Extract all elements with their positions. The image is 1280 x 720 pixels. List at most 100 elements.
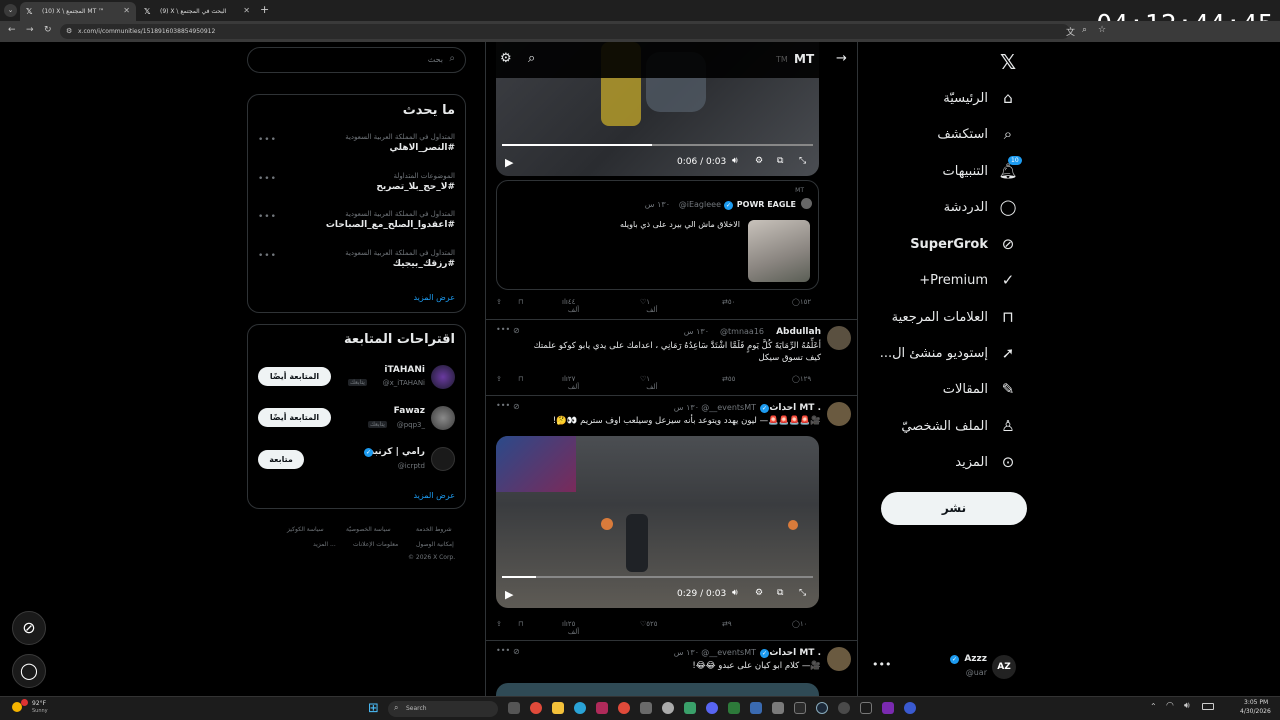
start-icon[interactable]: ⊞ bbox=[368, 701, 379, 716]
app-icon[interactable] bbox=[838, 702, 850, 714]
reposts-count[interactable]: ⇄ ٩ bbox=[722, 620, 732, 628]
share-icon[interactable]: ⇪ bbox=[496, 375, 502, 383]
fullscreen-icon[interactable]: ⤡ bbox=[799, 156, 806, 166]
volume-icon[interactable]: 🔊︎ bbox=[732, 156, 738, 166]
tray-chevron-icon[interactable]: ⌃ bbox=[1150, 702, 1157, 711]
video-settings-icon[interactable]: ⚙ bbox=[755, 156, 763, 166]
likes-count[interactable]: ♡ ١ ألف bbox=[640, 375, 658, 391]
nav-articles[interactable]: ✎ المقالات bbox=[943, 374, 1018, 404]
battery-icon[interactable] bbox=[1202, 703, 1214, 710]
trend-item[interactable]: الموضوعات المتداولة #لا_حج_بلا_تصريح bbox=[376, 172, 455, 192]
more-dots-icon[interactable]: ••• bbox=[258, 135, 277, 145]
tweet[interactable]: احداث MT . ✓ @__eventsMT ١٣٠ س ⊘ ••• 🎥— … bbox=[486, 641, 857, 696]
edge-icon[interactable] bbox=[574, 702, 586, 714]
footer-more[interactable]: المزيد ... bbox=[313, 541, 336, 548]
bookmark-icon[interactable]: ⊓ bbox=[518, 298, 523, 306]
likes-count[interactable]: ♡ ١ ألف bbox=[640, 298, 658, 314]
follow-back-button[interactable]: المتابعة أيضًا bbox=[258, 408, 331, 427]
search-icon[interactable]: ⌕ bbox=[528, 51, 535, 66]
trend-item[interactable]: المتداول في المملكة العربية السعودية #اع… bbox=[326, 210, 455, 230]
app-icon[interactable] bbox=[618, 702, 630, 714]
tab-menu-button[interactable]: ⌄ bbox=[4, 4, 17, 17]
forward-icon[interactable]: → bbox=[26, 25, 34, 35]
suggestion-name[interactable]: Fawaz bbox=[394, 406, 425, 416]
bookmark-star-icon[interactable]: ☆ bbox=[1098, 25, 1106, 35]
app-icon[interactable] bbox=[728, 702, 740, 714]
show-more-link[interactable]: عرض المزيد bbox=[413, 293, 455, 302]
footer-ads-info[interactable]: معلومات الإعلانات bbox=[353, 541, 398, 548]
quoted-tweet[interactable]: MT POWR EAGLE ✓ @iEagleee ١٣٠ س الاخلاق … bbox=[496, 180, 819, 290]
app-icon[interactable] bbox=[860, 702, 872, 714]
files-icon[interactable] bbox=[552, 702, 564, 714]
chrome-icon[interactable] bbox=[530, 702, 542, 714]
nav-profile[interactable]: ♙ الملف الشخصيّ bbox=[901, 411, 1018, 441]
nav-explore[interactable]: ⌕ استكشف bbox=[937, 119, 1018, 149]
popout-icon[interactable]: ⧉ bbox=[777, 588, 783, 598]
translate-icon[interactable]: 文 bbox=[1066, 25, 1075, 38]
site-info-icon[interactable]: ⚙ bbox=[66, 27, 72, 35]
address-bar[interactable]: ⚙ x.com/i/communities/151891603885495091… bbox=[60, 24, 1070, 39]
nav-chat[interactable]: ◯ الدردشة bbox=[944, 192, 1018, 222]
app-icon[interactable] bbox=[684, 702, 696, 714]
more-dots-icon[interactable]: ••• bbox=[258, 174, 277, 184]
replies-count[interactable]: ◯ ١٠ bbox=[792, 620, 807, 628]
video-player[interactable]: ▶ 0:29 / 0:03 🔊︎ ⚙ ⧉ ⤡ bbox=[496, 436, 819, 608]
nav-creator-studio[interactable]: ➚ إستوديو منشئ ال... bbox=[880, 338, 1018, 368]
tab-community-mt[interactable]: 𝕏 (10) X \ المجتمع MT ™ ✕ bbox=[20, 2, 136, 21]
app-icon[interactable] bbox=[750, 702, 762, 714]
follow-back-button[interactable]: المتابعة أيضًا bbox=[258, 367, 331, 386]
share-icon[interactable]: ⇪ bbox=[496, 298, 502, 306]
task-view-icon[interactable] bbox=[508, 702, 520, 714]
search-input[interactable]: ⌕ بحث bbox=[247, 47, 466, 73]
nav-supergrok[interactable]: ⊘ SuperGrok bbox=[910, 229, 1018, 259]
taskbar-search[interactable]: ⌕ Search bbox=[388, 701, 498, 717]
app-icon[interactable] bbox=[596, 702, 608, 714]
back-arrow-icon[interactable]: → bbox=[836, 51, 847, 66]
trend-item[interactable]: المتداول في المملكة العربية السعودية #ال… bbox=[345, 133, 455, 153]
discord-icon[interactable] bbox=[706, 702, 718, 714]
views-count[interactable]: ılı ٢٥ ألف bbox=[562, 620, 579, 636]
app-icon[interactable] bbox=[772, 702, 784, 714]
video-progress[interactable] bbox=[502, 576, 813, 578]
more-dots-icon[interactable]: ••• bbox=[496, 325, 510, 334]
views-count[interactable]: ılı ٤٤ ألف bbox=[562, 298, 579, 314]
follow-button[interactable]: متابعة bbox=[258, 450, 304, 469]
app-icon[interactable] bbox=[882, 702, 894, 714]
play-icon[interactable]: ▶ bbox=[505, 156, 513, 169]
popout-icon[interactable]: ⧉ bbox=[777, 156, 783, 166]
wifi-icon[interactable]: ◠ bbox=[1166, 701, 1174, 711]
suggestion-name[interactable]: رامي | كرنبد bbox=[369, 447, 425, 457]
more-dots-icon[interactable]: ••• bbox=[496, 646, 510, 655]
back-icon[interactable]: ← bbox=[8, 25, 16, 35]
nav-notifications[interactable]: 🔔︎ 10 التنبيهات bbox=[943, 156, 1022, 186]
reload-icon[interactable]: ↻ bbox=[44, 25, 52, 35]
likes-count[interactable]: ♡ ٥٢٥ bbox=[640, 620, 658, 628]
more-dots-icon[interactable]: ••• bbox=[872, 658, 891, 671]
play-icon[interactable]: ▶ bbox=[505, 588, 513, 601]
volume-icon[interactable]: 🔊︎ bbox=[732, 588, 738, 598]
close-icon[interactable]: ✕ bbox=[243, 6, 250, 15]
share-icon[interactable]: ⇪ bbox=[496, 620, 502, 628]
more-dots-icon[interactable]: ••• bbox=[258, 251, 277, 261]
nav-home[interactable]: ⌂ الرئيسيّة bbox=[943, 83, 1018, 113]
volume-icon[interactable]: 🔊︎ bbox=[1184, 701, 1190, 711]
zoom-icon[interactable]: ⌕ bbox=[1082, 25, 1087, 35]
bookmark-icon[interactable]: ⊓ bbox=[518, 620, 523, 628]
suggestion-name[interactable]: iTAHANi bbox=[384, 365, 425, 375]
views-count[interactable]: ılı ٢٧ ألف bbox=[562, 375, 579, 391]
app-icon[interactable] bbox=[662, 702, 674, 714]
steam-icon[interactable] bbox=[816, 702, 828, 714]
replies-count[interactable]: ◯ ١٢٩ bbox=[792, 375, 811, 383]
nav-bookmarks[interactable]: ⊓ العلامات المرجعية bbox=[892, 302, 1018, 332]
settings-icon[interactable]: ⚙ bbox=[500, 51, 512, 66]
close-icon[interactable]: ✕ bbox=[123, 6, 130, 15]
chat-float-button[interactable]: ◯ bbox=[12, 654, 46, 688]
nav-premium[interactable]: ✓ Premium+ bbox=[919, 265, 1018, 295]
grok-float-button[interactable]: ⊘ bbox=[12, 611, 46, 645]
replies-count[interactable]: ◯ ١٥٢ bbox=[792, 298, 811, 306]
tab-community-search[interactable]: 𝕏 (9) X \ البحث في المجتمع ✕ bbox=[138, 2, 256, 21]
account-switcher[interactable]: ••• Azzz ✓ @uar AZ bbox=[872, 652, 1022, 682]
new-tab-button[interactable]: + bbox=[260, 3, 269, 16]
reposts-count[interactable]: ⇄ ٥٠ bbox=[722, 298, 735, 306]
footer-terms[interactable]: شروط الخدمة bbox=[416, 526, 452, 533]
